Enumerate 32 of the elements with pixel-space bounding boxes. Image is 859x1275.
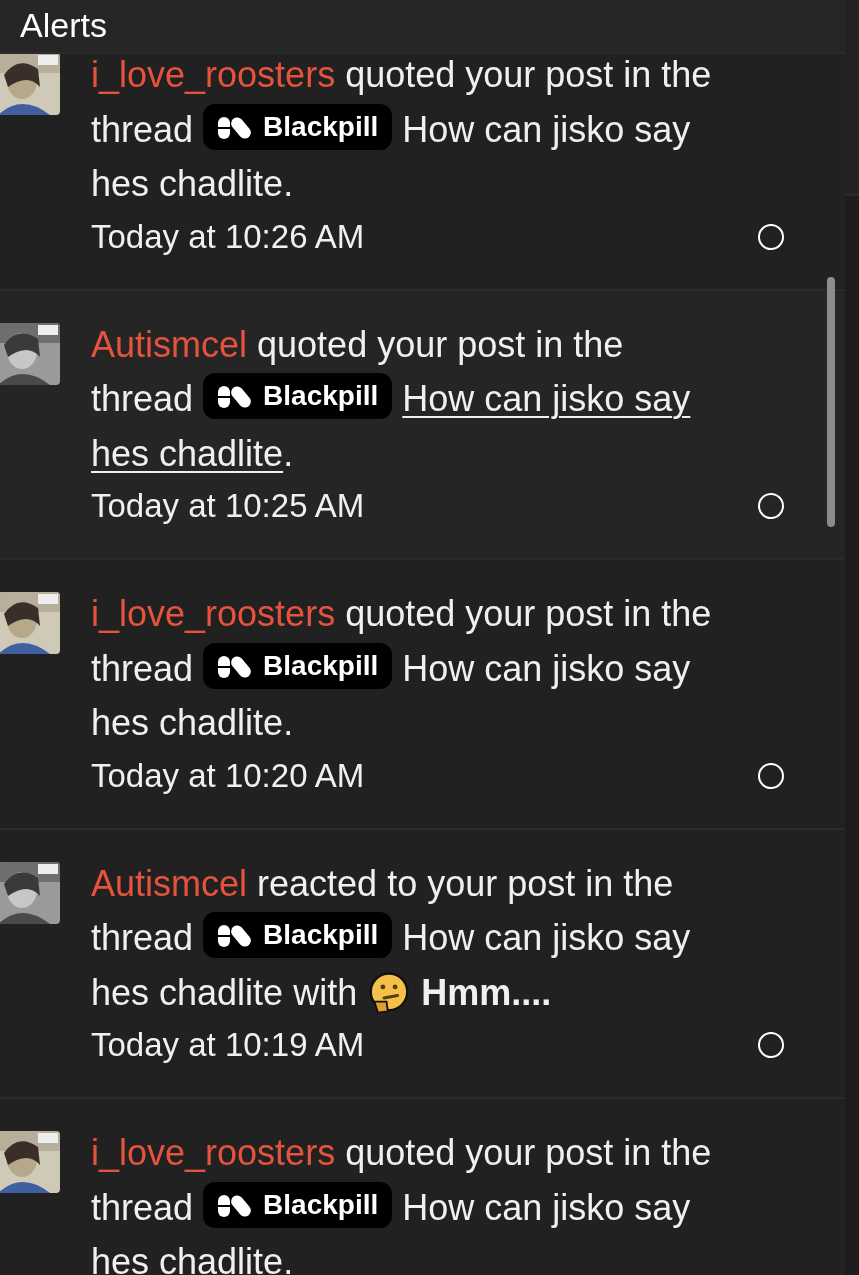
alert-text: Autismcel reacted to your post in the thread Blackpill How can jisko say hes chadlite with Hmm.... (91, 861, 692, 1017)
thread-link[interactable]: How can jisko say (402, 917, 691, 958)
username-link[interactable]: Autismcel (91, 862, 248, 904)
alert-text: Autismcel quoted your post in the thread Blackpill How can jisko say hes chadlite. (91, 322, 692, 476)
prefix-label[interactable]: Blackpill (203, 103, 393, 150)
username-link[interactable]: i_love_roosters (91, 54, 336, 95)
prefix-label[interactable]: Blackpill (203, 912, 393, 958)
prefix-label[interactable]: Blackpill (203, 373, 393, 419)
username-link[interactable]: Autismcel (91, 323, 248, 365)
alert-row[interactable]: i_love_roosters quoted your post in the thread Blackpill How can jisko say hes chadlite. Today at 10:26 AM (0, 54, 845, 291)
thread-link[interactable]: hes chadlite (91, 432, 284, 474)
page-title: Alerts (20, 5, 108, 46)
alert-text: i_love_roosters quoted your post in the thread Blackpill How can jisko say hes chadlite. (91, 592, 713, 745)
thread-link[interactable]: hes chadlite (91, 971, 284, 1013)
thread-link[interactable]: hes chadlite (91, 702, 284, 743)
alert-text: i_love_roosters quoted your post in the thread Blackpill How can jisko say hes chadlite. (91, 54, 713, 206)
thread-link[interactable]: How can jisko say (402, 647, 691, 689)
thread-link[interactable]: hes chadlite (91, 163, 284, 204)
alert-time: Today at 10:19 AM (91, 1026, 365, 1064)
alert-row[interactable]: Autismcel quoted your post in the thread Blackpill How can jisko say hes chadlite. Today at 10:25 AM (0, 290, 845, 560)
thread-link[interactable]: How can jisko say (402, 1186, 691, 1228)
thread-link[interactable]: How can jisko say (402, 108, 691, 150)
alert-time: Today at 10:20 AM (91, 756, 365, 795)
prefix-label[interactable]: Blackpill (203, 642, 393, 689)
alert-time: Today at 10:26 AM (91, 217, 365, 256)
username-link[interactable]: i_love_roosters (91, 1132, 336, 1173)
thread-link[interactable]: hes chadlite (91, 1241, 284, 1275)
prefix-label[interactable]: Blackpill (203, 1181, 393, 1228)
alert-time: Today at 10:25 AM (91, 487, 365, 525)
alert-text: i_love_roosters quoted your post in the thread Blackpill How can jisko say hes chadlite. (91, 1131, 713, 1275)
thread-link[interactable]: How can jisko say (402, 378, 691, 419)
username-link[interactable]: i_love_roosters (91, 593, 336, 634)
